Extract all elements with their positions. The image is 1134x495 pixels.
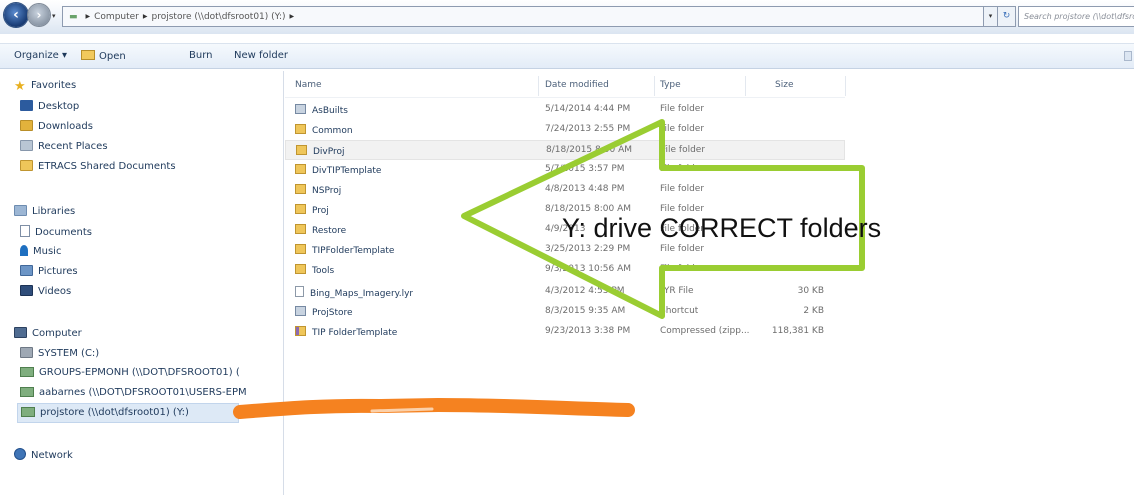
annotation-overlay bbox=[233, 119, 865, 419]
orange-highlight-stroke-inner bbox=[370, 407, 434, 413]
orange-highlight-stroke bbox=[233, 397, 635, 419]
annotation-label: Y: drive CORRECT folders bbox=[562, 213, 882, 243]
